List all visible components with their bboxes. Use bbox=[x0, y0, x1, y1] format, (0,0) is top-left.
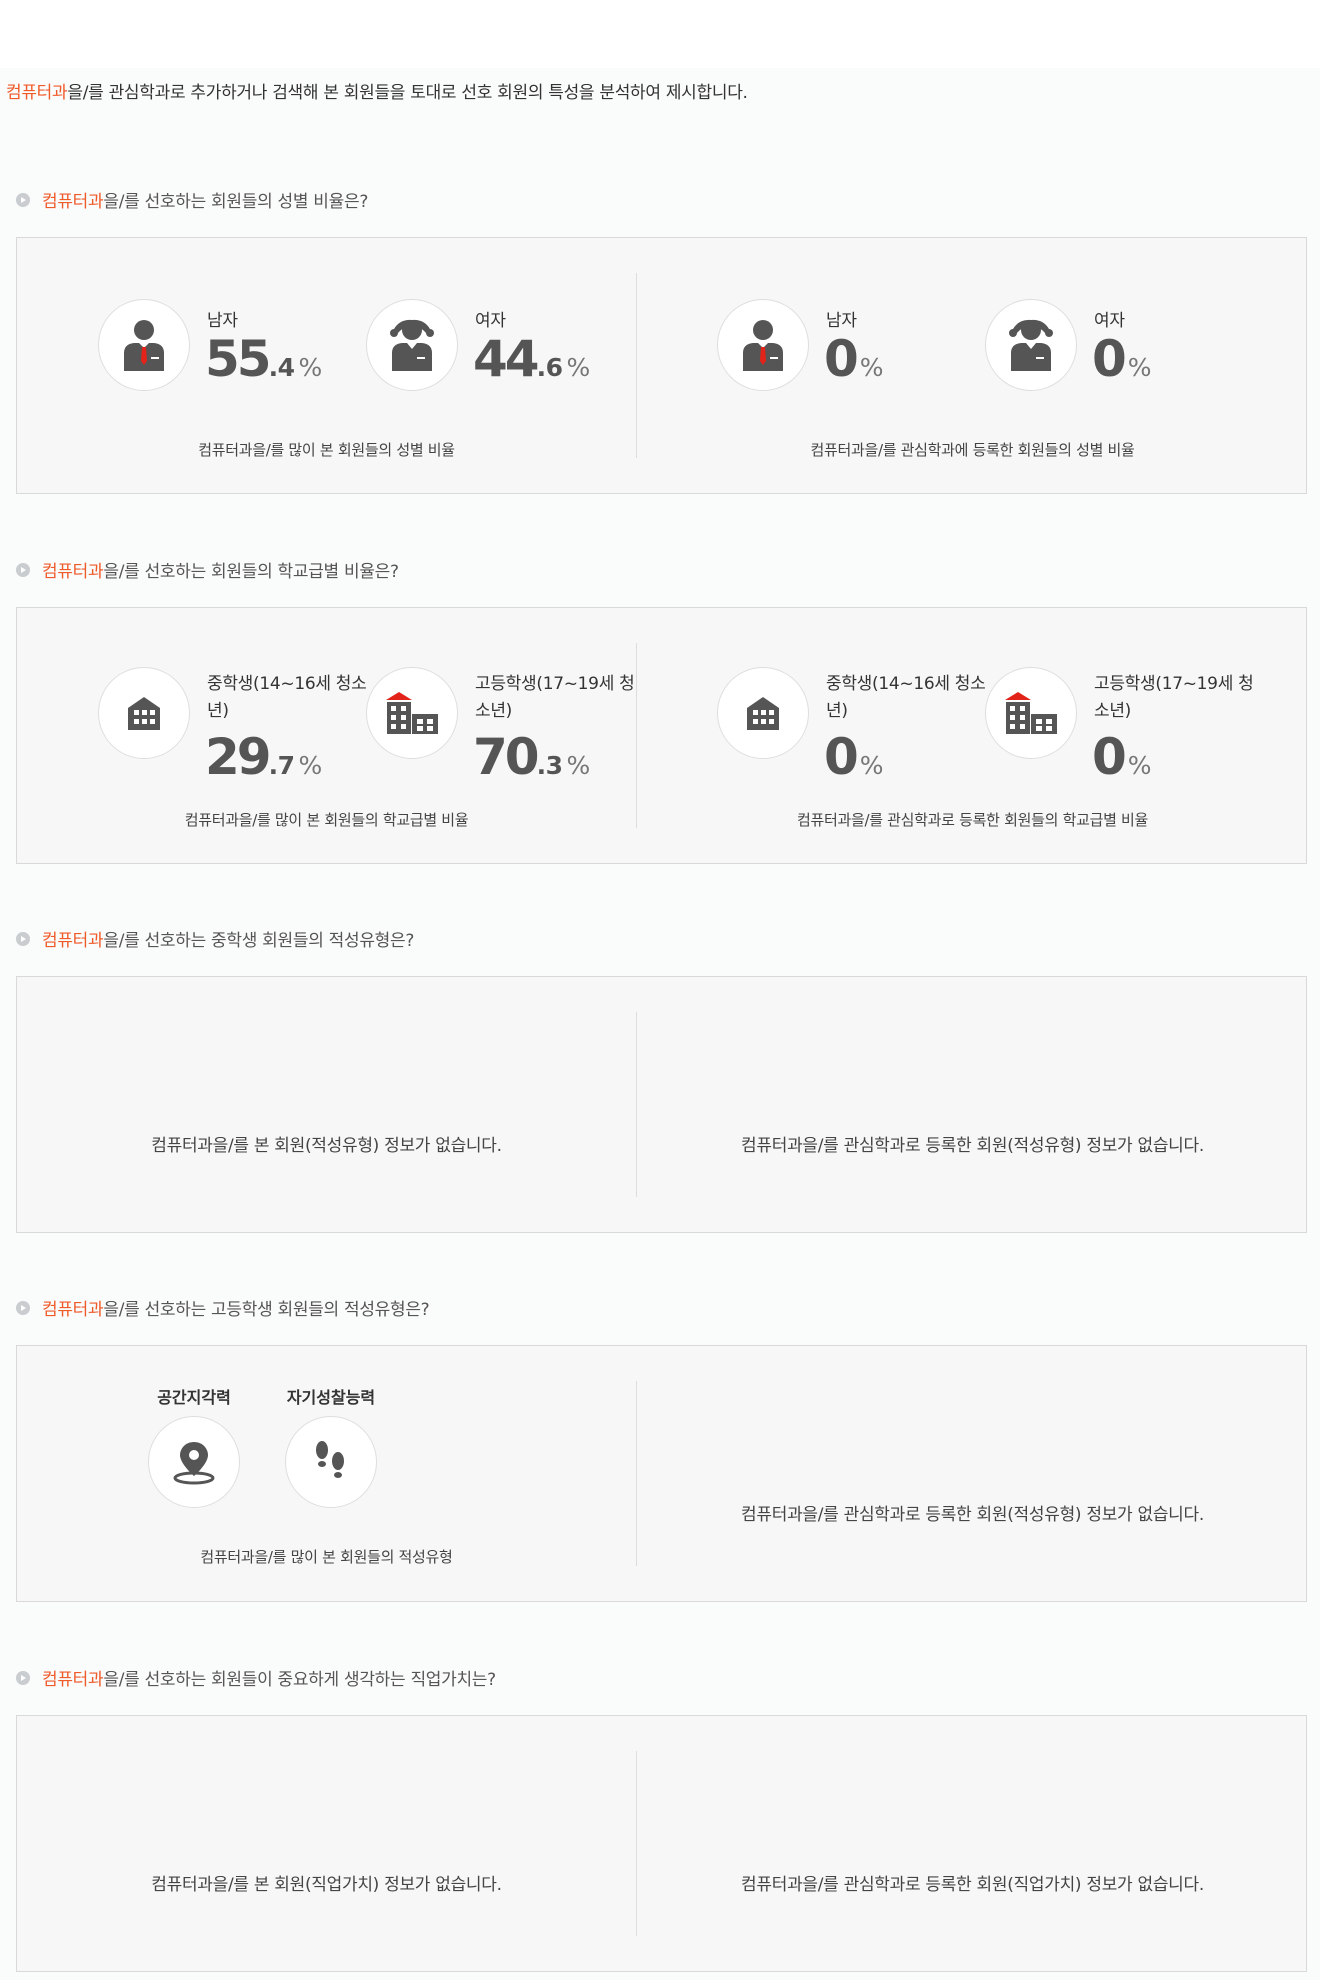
high-school-building-icon bbox=[366, 667, 458, 759]
title-highlight: 컴퓨터과 bbox=[42, 931, 104, 951]
title-rest: 을/를 선호하는 회원들의 학교급별 비율은? bbox=[103, 562, 399, 582]
divider bbox=[636, 1012, 637, 1197]
intro-highlight: 컴퓨터과 bbox=[6, 83, 68, 103]
percent-int: 0 bbox=[824, 728, 859, 786]
high-aptitude-caption: 컴퓨터과을/를 많이 본 회원들의 적성유형 bbox=[200, 1548, 453, 1566]
bullet-icon bbox=[16, 192, 30, 207]
female-label: 여자 bbox=[475, 311, 506, 331]
percent-unit: % bbox=[566, 751, 591, 780]
intro-rest: 을/를 관심학과로 추가하거나 검색해 본 회원들을 토대로 선호 회원의 특성… bbox=[67, 83, 748, 103]
high-school-percent: 0% bbox=[1092, 732, 1152, 782]
top-spacer bbox=[0, 0, 1320, 68]
percent-unit: % bbox=[566, 353, 591, 382]
high-aptitude-box: 공간지각력 자기성찰능력 컴퓨터과을/를 많이 본 회원들의 적성유형 컴퓨터과… bbox=[16, 1345, 1307, 1602]
male-percent: 0% bbox=[824, 334, 884, 384]
bullet-icon bbox=[16, 1670, 30, 1685]
divider bbox=[636, 1751, 637, 1936]
location-pin-icon bbox=[148, 1416, 240, 1508]
divider bbox=[636, 273, 637, 458]
female-icon bbox=[985, 299, 1077, 391]
school-left-caption: 컴퓨터과을/를 많이 본 회원들의 학교급별 비율 bbox=[184, 811, 469, 829]
middle-school-building-icon bbox=[717, 667, 809, 759]
title-highlight: 컴퓨터과 bbox=[42, 1670, 104, 1690]
bullet-icon bbox=[16, 562, 30, 577]
percent-dec: .4 bbox=[268, 353, 295, 382]
gender-box: 남자 55.4% 여자 44.6% 컴퓨터과을/를 많이 본 회원들의 성별 비… bbox=[16, 237, 1307, 494]
bullet-icon bbox=[16, 1300, 30, 1315]
high-school-label: 고등학생(17~19세 청소년) bbox=[475, 674, 635, 721]
percent-int: 0 bbox=[1092, 728, 1127, 786]
female-label: 여자 bbox=[1094, 311, 1125, 331]
percent-int: 55 bbox=[205, 330, 272, 388]
section-title-middle-aptitude: 컴퓨터과 을/를 선호하는 중학생 회원들의 적성유형은? bbox=[16, 926, 414, 951]
male-icon bbox=[98, 299, 190, 391]
job-values-right-empty: 컴퓨터과을/를 관심학과로 등록한 회원(직업가치) 정보가 없습니다. bbox=[741, 1875, 1204, 1895]
percent-int: 29 bbox=[205, 728, 272, 786]
male-label: 남자 bbox=[826, 311, 857, 331]
bullet-icon bbox=[16, 931, 30, 946]
male-percent: 55.4% bbox=[205, 334, 322, 384]
title-rest: 을/를 선호하는 중학생 회원들의 적성유형은? bbox=[103, 931, 415, 951]
title-highlight: 컴퓨터과 bbox=[42, 1300, 104, 1320]
high-aptitude-right-empty: 컴퓨터과을/를 관심학과로 등록한 회원(적성유형) 정보가 없습니다. bbox=[741, 1505, 1204, 1525]
section-title-school: 컴퓨터과 을/를 선호하는 회원들의 학교급별 비율은? bbox=[16, 557, 399, 582]
job-values-box: 컴퓨터과을/를 본 회원(직업가치) 정보가 없습니다. 컴퓨터과을/를 관심학… bbox=[16, 1715, 1307, 1972]
high-school-label: 고등학생(17~19세 청소년) bbox=[1094, 674, 1254, 721]
percent-unit: % bbox=[859, 751, 884, 780]
female-percent: 0% bbox=[1092, 334, 1152, 384]
percent-dec: .6 bbox=[536, 353, 563, 382]
section-title-job-values: 컴퓨터과 을/를 선호하는 회원들이 중요하게 생각하는 직업가치는? bbox=[16, 1665, 496, 1690]
percent-dec: .7 bbox=[268, 751, 295, 780]
aptitude-label-self-reflection: 자기성찰능력 bbox=[286, 1388, 376, 1407]
aptitude-label-spatial: 공간지각력 bbox=[157, 1388, 231, 1407]
middle-aptitude-box: 컴퓨터과을/를 본 회원(적성유형) 정보가 없습니다. 컴퓨터과을/를 관심학… bbox=[16, 976, 1307, 1233]
gender-left-caption: 컴퓨터과을/를 많이 본 회원들의 성별 비율 bbox=[198, 441, 455, 459]
school-right-caption: 컴퓨터과을/를 관심학과로 등록한 회원들의 학교급별 비율 bbox=[796, 811, 1149, 829]
intro-text: 컴퓨터과을/를 관심학과로 추가하거나 검색해 본 회원들을 토대로 선호 회원… bbox=[6, 78, 748, 103]
middle-school-building-icon bbox=[98, 667, 190, 759]
middle-school-percent: 29.7% bbox=[205, 732, 322, 782]
high-school-percent: 70.3% bbox=[473, 732, 590, 782]
middle-aptitude-left-empty: 컴퓨터과을/를 본 회원(적성유형) 정보가 없습니다. bbox=[151, 1136, 502, 1156]
percent-unit: % bbox=[1127, 353, 1152, 382]
middle-school-label: 중학생(14~16세 청소년) bbox=[207, 674, 367, 721]
title-highlight: 컴퓨터과 bbox=[42, 192, 104, 212]
middle-school-label: 중학생(14~16세 청소년) bbox=[826, 674, 986, 721]
section-title-high-aptitude: 컴퓨터과 을/를 선호하는 고등학생 회원들의 적성유형은? bbox=[16, 1295, 430, 1320]
title-rest: 을/를 선호하는 회원들의 성별 비율은? bbox=[103, 192, 369, 212]
page: 컴퓨터과을/를 관심학과로 추가하거나 검색해 본 회원들을 토대로 선호 회원… bbox=[0, 0, 1320, 1980]
percent-unit: % bbox=[298, 353, 323, 382]
gender-right-caption: 컴퓨터과을/를 관심학과에 등록한 회원들의 성별 비율 bbox=[810, 441, 1135, 459]
middle-school-percent: 0% bbox=[824, 732, 884, 782]
percent-unit: % bbox=[1127, 751, 1152, 780]
section-title-gender: 컴퓨터과 을/를 선호하는 회원들의 성별 비율은? bbox=[16, 187, 368, 212]
percent-dec: .3 bbox=[536, 751, 563, 780]
title-highlight: 컴퓨터과 bbox=[42, 562, 104, 582]
female-percent: 44.6% bbox=[473, 334, 590, 384]
high-school-building-icon bbox=[985, 667, 1077, 759]
school-box: 중학생(14~16세 청소년) 29.7% 고등학생(17~19세 청소년) 7… bbox=[16, 607, 1307, 864]
percent-int: 0 bbox=[1092, 330, 1127, 388]
footprints-icon bbox=[285, 1416, 377, 1508]
job-values-left-empty: 컴퓨터과을/를 본 회원(직업가치) 정보가 없습니다. bbox=[151, 1875, 502, 1895]
percent-unit: % bbox=[859, 353, 884, 382]
male-icon bbox=[717, 299, 809, 391]
female-icon bbox=[366, 299, 458, 391]
percent-int: 44 bbox=[473, 330, 540, 388]
percent-unit: % bbox=[298, 751, 323, 780]
title-rest: 을/를 선호하는 고등학생 회원들의 적성유형은? bbox=[103, 1300, 430, 1320]
male-label: 남자 bbox=[207, 311, 238, 331]
middle-aptitude-right-empty: 컴퓨터과을/를 관심학과로 등록한 회원(적성유형) 정보가 없습니다. bbox=[741, 1136, 1204, 1156]
percent-int: 70 bbox=[473, 728, 540, 786]
percent-int: 0 bbox=[824, 330, 859, 388]
title-rest: 을/를 선호하는 회원들이 중요하게 생각하는 직업가치는? bbox=[103, 1670, 496, 1690]
divider bbox=[636, 1381, 637, 1566]
